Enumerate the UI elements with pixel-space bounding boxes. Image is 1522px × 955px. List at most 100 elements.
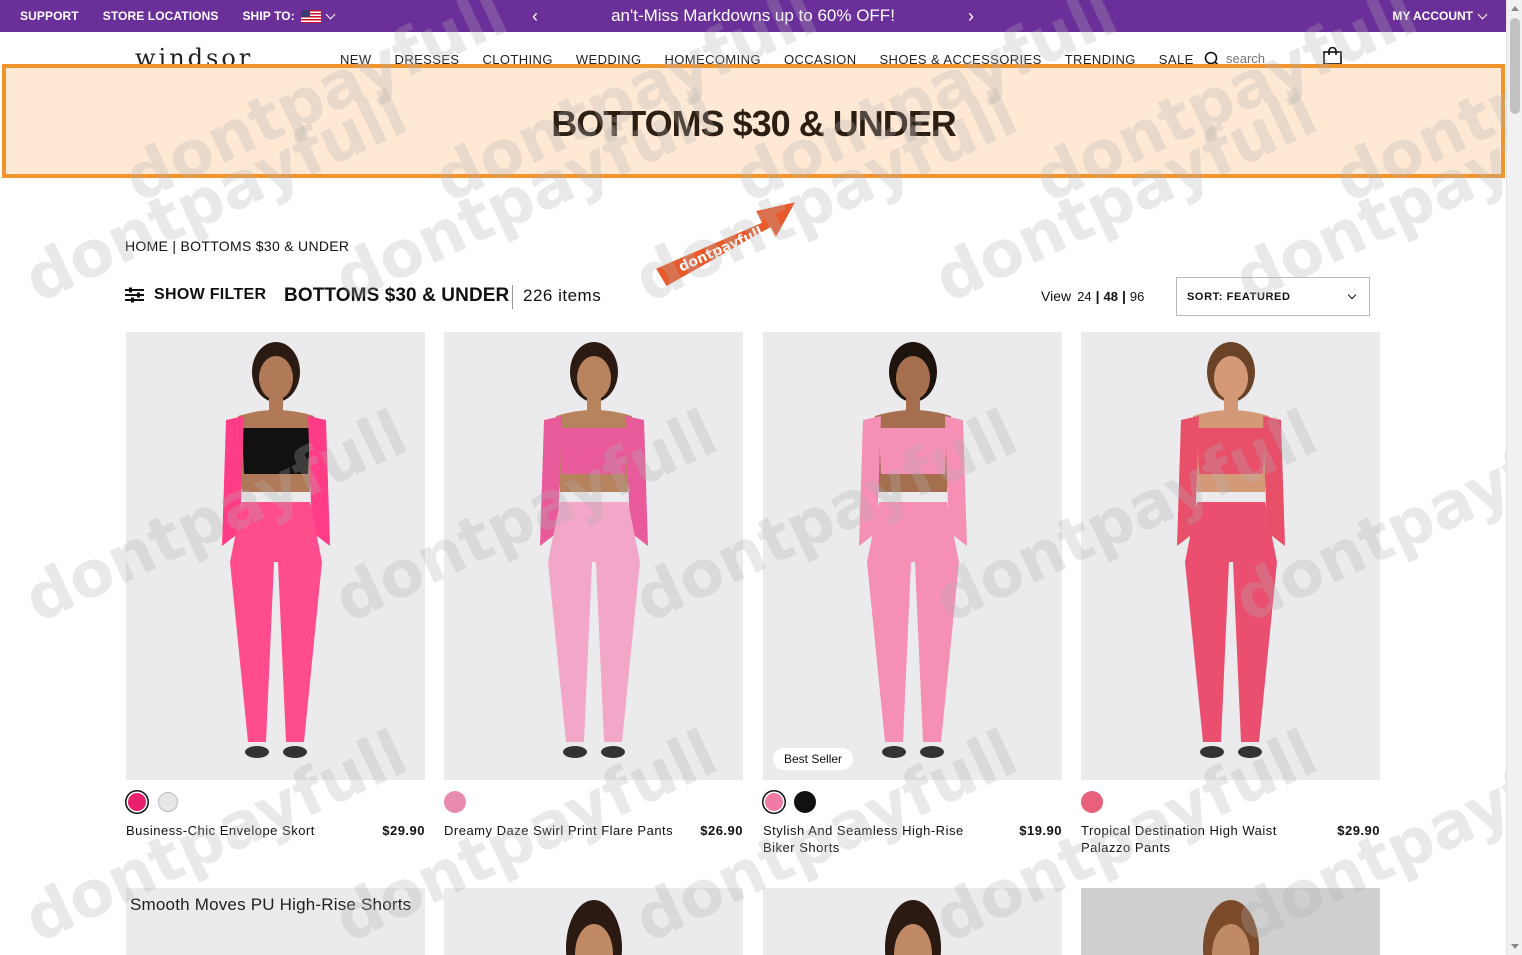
- model-photo: [222, 342, 330, 758]
- scroll-down-arrow-icon[interactable]: [1511, 944, 1519, 949]
- model-shape: [577, 356, 611, 400]
- color-swatch[interactable]: [765, 793, 783, 811]
- promo-prev-button[interactable]: ‹: [528, 6, 542, 27]
- model-shape: [1185, 502, 1277, 562]
- product-card[interactable]: [444, 888, 743, 955]
- product-card[interactable]: [1081, 888, 1380, 955]
- product-price: $29.90: [1337, 823, 1380, 838]
- product-name[interactable]: Tropical Destination High Waist Palazzo …: [1081, 822, 1311, 856]
- chevron-down-icon: [1477, 9, 1488, 19]
- promo-bar: SUPPORT STORE LOCATIONS SHIP TO: ‹ an't-…: [0, 0, 1506, 32]
- color-swatch[interactable]: [794, 791, 816, 813]
- product-image[interactable]: Best Seller: [763, 332, 1062, 780]
- product-meta: Business-Chic Envelope Skort $29.90: [126, 822, 425, 839]
- hero-title: BOTTOMS $30 & UNDER: [551, 103, 956, 144]
- product-name[interactable]: Dreamy Daze Swirl Print Flare Pants: [444, 822, 673, 839]
- color-swatch[interactable]: [128, 793, 146, 811]
- product-card[interactable]: [763, 888, 1062, 955]
- model-shape: [1197, 428, 1265, 474]
- my-account-menu[interactable]: MY ACCOUNT: [1392, 0, 1488, 32]
- chevron-down-icon: [1347, 290, 1357, 300]
- model-shape: [1233, 562, 1277, 742]
- view-label: View: [1041, 288, 1072, 304]
- model-shape: [867, 562, 911, 742]
- view-option-48[interactable]: 48: [1103, 289, 1117, 304]
- product-card[interactable]: Best Seller Stylish And Seamless High-Ris…: [763, 332, 1062, 856]
- filter-sliders-icon: [125, 287, 144, 303]
- chevron-down-icon: [325, 9, 336, 19]
- model-shape: [1238, 746, 1262, 758]
- view-option-24[interactable]: 24: [1077, 289, 1091, 304]
- view-option-96[interactable]: 96: [1130, 289, 1144, 304]
- ship-to-selector[interactable]: SHIP TO:: [242, 9, 336, 23]
- model-shape: [906, 396, 920, 412]
- color-swatches: [1081, 791, 1380, 813]
- show-filter-button[interactable]: SHOW FILTER: [125, 286, 266, 304]
- product-image-caption: Smooth Moves PU High-Rise Shorts: [130, 895, 412, 914]
- color-swatches: [763, 791, 1062, 813]
- scroll-up-arrow-icon[interactable]: [1511, 6, 1519, 11]
- model-shape: [587, 396, 601, 412]
- product-price: $29.90: [382, 823, 425, 838]
- model-shape: [601, 746, 625, 758]
- store-locations-link[interactable]: STORE LOCATIONS: [103, 9, 219, 23]
- model-photo: [1203, 900, 1259, 955]
- color-swatch[interactable]: [1081, 791, 1103, 813]
- model-shape: [1200, 746, 1224, 758]
- product-image[interactable]: [1081, 332, 1380, 780]
- product-meta: Dreamy Daze Swirl Print Flare Pants $26.9…: [444, 822, 743, 839]
- model-shape: [242, 428, 310, 474]
- product-card[interactable]: Smooth Moves PU High-Rise Shorts: [126, 888, 425, 955]
- category-hero-banner: BOTTOMS $30 & UNDER: [2, 64, 1505, 178]
- model-shape: [269, 396, 283, 412]
- product-image[interactable]: [444, 332, 743, 780]
- model-photo: [566, 900, 622, 955]
- model-shape: [867, 502, 959, 562]
- sort-dropdown[interactable]: SORT: FEATURED: [1176, 277, 1370, 316]
- scrollbar-thumb[interactable]: [1510, 18, 1520, 114]
- model-photo: [540, 342, 648, 758]
- page-scrollbar[interactable]: [1506, 0, 1522, 955]
- model-shape: [283, 746, 307, 758]
- product-image[interactable]: [126, 332, 425, 780]
- category-title: BOTTOMS $30 & UNDER: [284, 285, 510, 306]
- support-link[interactable]: SUPPORT: [20, 9, 79, 23]
- model-shape: [882, 746, 906, 758]
- ship-to-label: SHIP TO:: [242, 9, 295, 23]
- breadcrumb[interactable]: HOME | BOTTOMS $30 & UNDER: [125, 238, 349, 254]
- view-separator: |: [1095, 288, 1100, 304]
- listing-toolbar: SHOW FILTER BOTTOMS $30 & UNDER 226 item…: [125, 276, 1380, 316]
- model-shape: [879, 428, 947, 474]
- us-flag-icon: [300, 9, 321, 23]
- model-shape: [245, 746, 269, 758]
- promo-carousel: ‹ an't-Miss Markdowns up to 60% OFF! ›: [528, 0, 978, 32]
- sticker-text: dontpayfull: [676, 224, 765, 275]
- main-nav: windsor NEW DRESSES CLOTHING WEDDING HOMECOM…: [0, 32, 1506, 68]
- my-account-label: MY ACCOUNT: [1392, 9, 1473, 23]
- model-shape: [1214, 356, 1248, 400]
- model-photo: [1177, 342, 1285, 758]
- color-swatch[interactable]: [158, 792, 178, 812]
- model-shape: [560, 428, 628, 474]
- model-shape: [230, 502, 322, 562]
- model-shape: [1185, 562, 1229, 742]
- promo-text[interactable]: an't-Miss Markdowns up to 60% OFF!: [611, 6, 895, 26]
- shopping-bag-icon[interactable]: [1323, 47, 1342, 65]
- product-card[interactable]: Business-Chic Envelope Skort $29.90: [126, 332, 425, 839]
- product-name[interactable]: Stylish And Seamless High-Rise Biker Sho…: [763, 822, 993, 856]
- product-name[interactable]: Business-Chic Envelope Skort: [126, 822, 315, 839]
- promo-next-button[interactable]: ›: [964, 6, 978, 27]
- model-photo: [859, 342, 967, 758]
- product-card[interactable]: Dreamy Daze Swirl Print Flare Pants $26.9…: [444, 332, 743, 839]
- model-shape: [1224, 396, 1238, 412]
- model-shape: [563, 746, 587, 758]
- item-count: 226 items: [512, 285, 601, 309]
- product-card[interactable]: Tropical Destination High Waist Palazzo …: [1081, 332, 1380, 856]
- color-swatch[interactable]: [444, 791, 466, 813]
- model-shape: [548, 502, 640, 562]
- model-photo: [885, 900, 941, 955]
- model-shape: [920, 746, 944, 758]
- model-shape: [896, 356, 930, 400]
- model-shape: [915, 562, 959, 742]
- model-shape: [278, 562, 322, 742]
